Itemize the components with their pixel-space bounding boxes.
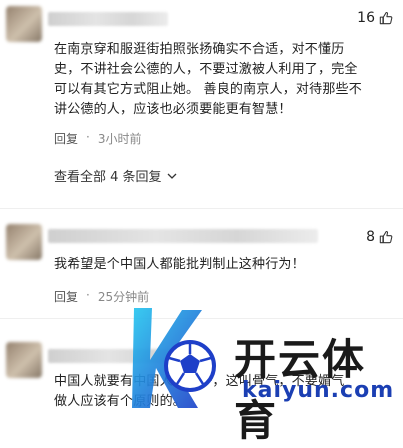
comment-body: 在南京穿和服逛街拍照张扬确实不合适，对不懂历 史，不讲社会公德的人，不要过激被人… xyxy=(54,40,384,120)
username-blurred[interactable] xyxy=(48,229,318,243)
separator-dot: · xyxy=(86,130,90,144)
chevron-down-icon xyxy=(167,173,177,179)
comment-body: 我希望是个中国人都能批判制止这种行为！ xyxy=(54,255,384,275)
like-button[interactable]: 16 xyxy=(357,10,393,26)
comment-line: 我希望是个中国人都能批判制止这种行为！ xyxy=(54,257,305,272)
reply-button[interactable]: 回复 xyxy=(54,288,78,305)
avatar[interactable] xyxy=(6,6,42,42)
view-all-label: 查看全部 4 条回复 xyxy=(54,170,162,185)
comment-meta: 回复 · 25分钟前 xyxy=(54,288,149,305)
comment-line: 史，不讲社会公德的人，不要过激被人利用了，完全 xyxy=(54,62,358,77)
comment-line: 中国人就要有中国人的样子，这叫骨气，不要媚气 xyxy=(54,374,345,389)
comment-line: 做人应该有个原则的。 xyxy=(54,394,187,409)
like-count: 16 xyxy=(357,10,375,26)
username-blurred[interactable] xyxy=(48,12,168,26)
divider xyxy=(0,318,403,319)
comment-line: 在南京穿和服逛街拍照张扬确实不合适，对不懂历 xyxy=(54,42,345,57)
divider xyxy=(0,208,403,209)
view-all-replies-button[interactable]: 查看全部 4 条回复 xyxy=(54,166,178,185)
thumbs-up-icon xyxy=(379,230,393,244)
username-blurred[interactable] xyxy=(48,349,198,363)
timestamp: 3小时前 xyxy=(97,132,142,146)
comment-meta: 回复 · 3小时前 xyxy=(54,130,141,147)
separator-dot: · xyxy=(86,288,90,302)
like-button[interactable]: 8 xyxy=(366,229,393,245)
timestamp: 25分钟前 xyxy=(97,290,150,304)
avatar[interactable] xyxy=(6,224,42,260)
comment-line: 可以有其它方式阻止她。 善良的南京人，对待那些不 xyxy=(54,82,362,97)
thumbs-up-icon xyxy=(379,11,393,25)
comment-line: 讲公德的人，应该也必须要能更有智慧！ xyxy=(54,102,292,117)
like-count: 8 xyxy=(366,229,375,245)
comment-body: 中国人就要有中国人的样子，这叫骨气，不要媚气 做人应该有个原则的。 xyxy=(54,372,384,412)
reply-button[interactable]: 回复 xyxy=(54,130,78,147)
avatar[interactable] xyxy=(6,342,42,378)
